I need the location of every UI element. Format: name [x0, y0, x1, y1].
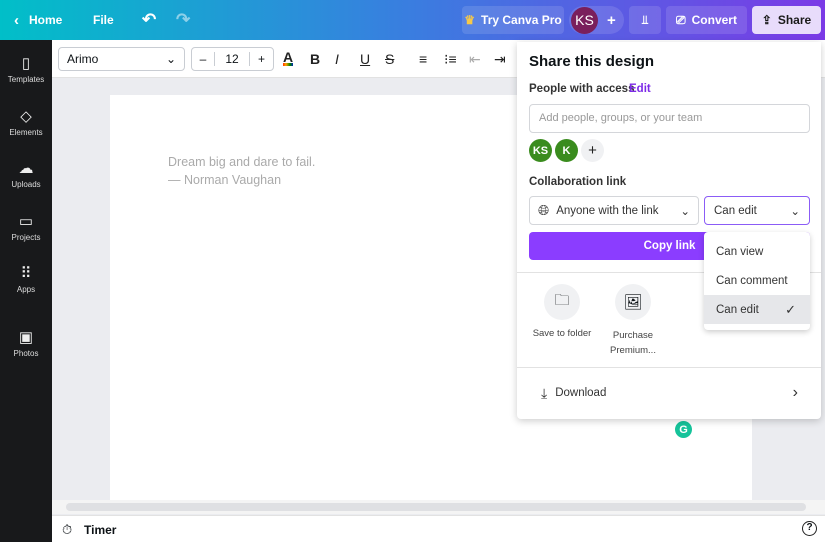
undo-icon[interactable]: ↶: [142, 0, 156, 40]
cloud-upload-icon: ☁: [18, 160, 34, 177]
decrease-size-button[interactable]: –: [192, 52, 215, 66]
panel-title: Share this design: [529, 53, 655, 70]
italic-icon[interactable]: I: [335, 51, 339, 67]
templates-icon: ▯: [21, 55, 31, 72]
indent-icon[interactable]: ⇥: [494, 51, 506, 68]
edit-access-link[interactable]: Edit: [629, 83, 651, 95]
home-button[interactable]: ‹ Home: [14, 0, 62, 40]
outdent-icon[interactable]: ⇤: [469, 51, 481, 68]
chevron-down-icon: ⌄: [680, 205, 690, 218]
insights-icon[interactable]: ⫫: [629, 6, 661, 34]
permission-dropdown-menu: Can view Can comment Can edit ✓: [704, 232, 810, 330]
timer-button[interactable]: Timer: [84, 523, 116, 537]
sidebar-item-elements[interactable]: ◇ Elements: [0, 107, 52, 137]
timer-icon: ⏱: [62, 522, 73, 537]
download-button[interactable]: ⤓ Download ›: [529, 377, 810, 409]
photo-icon: ▣: [18, 329, 34, 346]
horizontal-scrollbar[interactable]: [52, 500, 825, 514]
file-menu[interactable]: File: [93, 0, 114, 40]
strikethrough-icon[interactable]: S: [385, 51, 394, 67]
sidebar: ▯ Templates ◇ Elements ☁ Uploads ▭ Projects …: [0, 40, 52, 542]
avatar[interactable]: KS: [529, 139, 552, 162]
convert-button[interactable]: ⎚ Convert: [666, 6, 747, 34]
quote-text[interactable]: Dream big and dare to fail. — Norman Vaug…: [168, 153, 315, 189]
download-icon: ⤓: [541, 384, 548, 401]
grammarly-icon[interactable]: G: [675, 421, 692, 438]
avatar[interactable]: K: [555, 139, 578, 162]
align-left-icon[interactable]: ≡: [419, 51, 427, 67]
bold-icon[interactable]: B: [310, 51, 320, 67]
increase-size-button[interactable]: +: [250, 52, 273, 66]
collaborators[interactable]: KS +: [569, 6, 624, 34]
font-select[interactable]: Arimo ⌄: [58, 47, 185, 71]
permission-select[interactable]: Can edit ⌄: [704, 196, 810, 225]
share-panel: Share this design People with access Edi…: [517, 42, 821, 419]
elements-icon: ◇: [20, 108, 32, 125]
underline-icon[interactable]: U: [360, 51, 370, 67]
sidebar-item-projects[interactable]: ▭ Projects: [0, 212, 52, 242]
checkmark-icon: ✓: [785, 301, 796, 317]
sidebar-item-apps[interactable]: ⠿ Apps: [0, 264, 52, 294]
sidebar-item-photos[interactable]: ▣ Photos: [0, 328, 52, 358]
chevron-right-icon: ›: [792, 384, 798, 401]
folder-icon: ▭: [18, 213, 34, 230]
menu-item-can-view[interactable]: Can view: [704, 237, 810, 266]
add-people-input[interactable]: Add people, groups, or your team: [529, 104, 810, 133]
image-icon[interactable]: 🖼︎: [615, 284, 651, 320]
menu-item-can-edit[interactable]: Can edit ✓: [704, 295, 810, 324]
help-button[interactable]: ?: [802, 521, 817, 536]
font-size-stepper[interactable]: – 12 +: [191, 47, 274, 71]
add-collaborator-icon[interactable]: +: [581, 139, 604, 162]
apps-grid-icon: ⠿: [20, 265, 32, 282]
folder-icon[interactable]: 🗀: [544, 284, 580, 320]
globe-icon: 🌐︎: [538, 202, 550, 218]
avatar: KS: [571, 6, 598, 34]
purchase-premium-label[interactable]: Purchase Premium...: [597, 328, 669, 358]
chevron-left-icon: ‹: [14, 11, 19, 29]
share-button[interactable]: ⇪ Share: [752, 6, 821, 34]
top-bar: ‹ Home File ↶ ↷ ♛ Try Canva Pro KS + ⫫ ⎚ Con…: [0, 0, 825, 40]
people-access-label: People with access: [529, 83, 635, 95]
redo-icon[interactable]: ↷: [176, 0, 190, 40]
crown-icon: ♛: [464, 13, 476, 27]
sidebar-item-uploads[interactable]: ☁ Uploads: [0, 159, 52, 189]
try-canva-pro-button[interactable]: ♛ Try Canva Pro: [462, 6, 564, 34]
plus-icon: +: [607, 11, 616, 29]
save-to-folder-label[interactable]: Save to folder: [517, 328, 607, 339]
presentation-icon: ⎚: [676, 12, 686, 27]
sidebar-item-templates[interactable]: ▯ Templates: [0, 54, 52, 84]
list-icon[interactable]: ⁝≡: [444, 51, 457, 68]
font-size-input[interactable]: 12: [215, 52, 250, 66]
text-color-icon[interactable]: A: [283, 50, 294, 66]
chevron-down-icon: ⌄: [790, 205, 800, 218]
collaboration-link-label: Collaboration link: [529, 176, 627, 188]
chevron-down-icon: ⌄: [165, 52, 176, 66]
link-scope-select[interactable]: 🌐︎ Anyone with the link ⌄: [529, 196, 699, 225]
upload-icon: ⇪: [761, 13, 772, 27]
divider: [517, 367, 821, 368]
menu-item-can-comment[interactable]: Can comment: [704, 266, 810, 295]
bottom-bar: ⏱ Timer ?: [52, 515, 825, 542]
